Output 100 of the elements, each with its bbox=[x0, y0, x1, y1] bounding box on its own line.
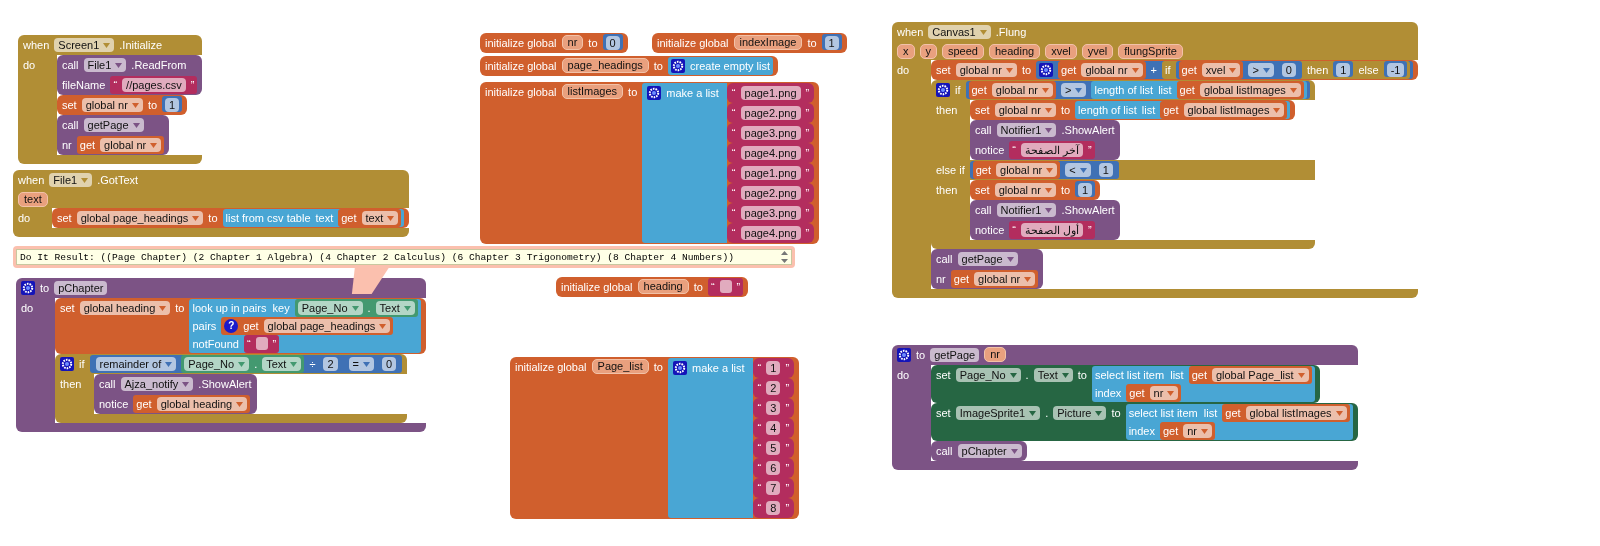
variable-block[interactable]: get global nr bbox=[76, 136, 165, 154]
variable-block[interactable]: set global heading to look up in pairs key Page_No . Text pairs ? get global page_headings notFound “ ” bbox=[55, 298, 426, 354]
variable-block[interactable]: get global nr bbox=[972, 161, 1061, 179]
name-field[interactable]: listImages bbox=[561, 84, 624, 99]
name-field[interactable]: nr bbox=[561, 35, 584, 50]
name-field[interactable]: y bbox=[919, 44, 937, 59]
text-block[interactable]: “ page4.png ” bbox=[726, 223, 815, 243]
gear-icon[interactable] bbox=[671, 59, 685, 73]
variable-block[interactable]: get text bbox=[338, 209, 402, 227]
string-field[interactable]: أول الصفحة bbox=[1021, 223, 1084, 237]
dropdown-field[interactable]: global nr bbox=[100, 138, 162, 152]
dropdown-field[interactable]: File1 bbox=[49, 173, 93, 187]
text-block[interactable]: “ //pages.csv ” bbox=[110, 76, 198, 94]
control-block[interactable] bbox=[931, 80, 1315, 249]
dropdown-field[interactable]: nr bbox=[1183, 424, 1212, 438]
string-field[interactable]: page3.png bbox=[740, 126, 801, 140]
gear-icon[interactable] bbox=[647, 86, 662, 100]
dropdown-field[interactable]: xvel bbox=[1201, 63, 1241, 77]
math-block[interactable]: get global nr > length of list list get global listImages bbox=[965, 81, 1310, 99]
dropdown-field[interactable]: global page_headings bbox=[263, 319, 391, 333]
name-field[interactable]: x bbox=[897, 44, 915, 59]
variable-block[interactable]: initialize global indexImage to 1 bbox=[652, 33, 847, 53]
dropdown-field[interactable]: Page_No bbox=[955, 368, 1021, 382]
variable-block[interactable]: initialize global Page_list to make a list “ 1 ” “ 2 ” “ 3 ” “ 4 ” “ 5 ” “ 6 ” “ 7 ” “ 8 ” bbox=[510, 357, 800, 519]
variable-block[interactable]: get global nr bbox=[968, 81, 1056, 99]
variable-block[interactable]: get global Page_list bbox=[1188, 366, 1312, 384]
label-field[interactable]: pChapter bbox=[54, 281, 108, 295]
text-block[interactable]: “ 6 ” bbox=[752, 458, 795, 478]
name-field[interactable]: indexImage bbox=[733, 35, 803, 50]
empty-text-field[interactable] bbox=[719, 280, 732, 293]
variable-block[interactable]: get global listImages bbox=[1222, 404, 1350, 422]
string-field[interactable]: 8 bbox=[766, 501, 781, 515]
string-field[interactable]: page1.png bbox=[740, 86, 801, 100]
dropdown-field[interactable]: Page_No bbox=[297, 301, 363, 315]
text-block[interactable]: “ أول الصفحة ” bbox=[1009, 221, 1095, 239]
scroll-arrows-icon[interactable] bbox=[781, 250, 788, 264]
string-field[interactable]: page2.png bbox=[740, 106, 801, 120]
dropdown-field[interactable]: Text bbox=[375, 301, 415, 315]
dropdown-field[interactable]: pChapter bbox=[957, 444, 1022, 458]
dropdown-field[interactable]: global page_headings bbox=[76, 211, 204, 225]
gear-icon[interactable] bbox=[897, 348, 911, 362]
variable-block[interactable]: set global nr to 1 bbox=[970, 180, 1101, 200]
name-field[interactable]: page_headings bbox=[561, 58, 649, 73]
dropdown-field[interactable]: global listImages bbox=[1245, 406, 1347, 420]
dropdown-field[interactable]: Text bbox=[1033, 368, 1073, 382]
dropdown-field[interactable]: global nr bbox=[81, 98, 143, 112]
variable-block[interactable]: get global nr bbox=[950, 270, 1039, 288]
variable-block[interactable]: ? get global page_headings bbox=[221, 317, 394, 335]
dropdown-field[interactable]: Notifier1 bbox=[996, 203, 1057, 217]
name-field[interactable]: flungSprite bbox=[1118, 44, 1183, 59]
empty-text-field[interactable] bbox=[255, 337, 268, 350]
list-block[interactable]: length of list list get global listImages bbox=[1075, 101, 1291, 119]
text-block[interactable]: “ 2 ” bbox=[752, 378, 795, 398]
string-field[interactable]: page2.png bbox=[740, 186, 801, 200]
gear-icon[interactable] bbox=[673, 361, 687, 375]
dropdown-field[interactable]: Text bbox=[262, 357, 302, 371]
dropdown-field[interactable]: global nr bbox=[991, 83, 1053, 97]
dropdown-field[interactable]: global nr bbox=[996, 163, 1058, 177]
text-block[interactable]: “ آخر الصفحة ” bbox=[1009, 141, 1095, 159]
variable-block[interactable]: initialize global nr to 0 bbox=[480, 33, 628, 53]
string-field[interactable]: آخر الصفحة bbox=[1021, 143, 1084, 157]
dropdown-field[interactable]: global listImages bbox=[1183, 103, 1285, 117]
name-field[interactable]: nr bbox=[984, 347, 1006, 362]
dropdown-field[interactable]: ImageSprite1 bbox=[955, 406, 1041, 420]
text-block[interactable]: “ 1 ” bbox=[752, 358, 795, 378]
text-block[interactable]: “ ” bbox=[243, 335, 280, 353]
variable-block[interactable]: get global heading bbox=[133, 395, 251, 413]
variable-block[interactable]: set global page_headings to list from csv table text get text bbox=[52, 208, 410, 228]
dropdown-field[interactable]: global nr bbox=[994, 183, 1056, 197]
text-block[interactable]: “ 3 ” bbox=[752, 398, 795, 418]
dropdown-field[interactable]: Page_No bbox=[184, 357, 250, 371]
text-block[interactable]: “ page3.png ” bbox=[726, 123, 815, 143]
math-block[interactable]: get xvel > 0 bbox=[1175, 61, 1302, 79]
dropdown-field[interactable]: global listImages bbox=[1199, 83, 1301, 97]
procedure-block[interactable]: to getPage nr do set Page_No . Text to select list item list get global Page_list index get nr set ImageSprite1 . Picture to select list item list get global listImages index get nr call pChapter bbox=[892, 345, 1358, 470]
math-block[interactable]: get global nr < 1 bbox=[969, 161, 1119, 179]
dropdown-field[interactable]: text bbox=[361, 211, 399, 225]
variable-block[interactable]: initialize global page_headings to create empty list bbox=[480, 56, 779, 76]
dropdown-field[interactable]: global nr bbox=[955, 63, 1017, 77]
list-block[interactable]: length of list list get global listImages bbox=[1091, 81, 1307, 99]
dropdown-field[interactable]: remainder of bbox=[95, 357, 177, 371]
dropdown-field[interactable]: getPage bbox=[957, 252, 1018, 266]
string-field[interactable]: page3.png bbox=[740, 206, 801, 220]
list-block[interactable]: list from csv table text get text bbox=[222, 209, 405, 227]
name-field[interactable]: text bbox=[18, 192, 48, 207]
text-block[interactable]: “ 4 ” bbox=[752, 418, 795, 438]
dropdown-field[interactable]: getPage bbox=[83, 118, 144, 132]
list-block[interactable]: look up in pairs key Page_No . Text pairs ? get global page_headings notFound “ ” bbox=[189, 299, 421, 353]
dropdown-field[interactable]: Notifier1 bbox=[996, 123, 1057, 137]
name-field[interactable]: speed bbox=[942, 44, 984, 59]
math-block[interactable]: get global nr + if get xvel > 0 then 1 else -1 bbox=[1036, 61, 1414, 79]
control-block[interactable]: if get xvel > 0 then 1 else -1 bbox=[1162, 61, 1411, 79]
string-field[interactable]: page1.png bbox=[740, 166, 801, 180]
text-block[interactable]: “ page2.png ” bbox=[726, 183, 815, 203]
variable-block[interactable]: set global nr to length of list list get global listImages bbox=[970, 100, 1296, 120]
name-field[interactable]: yvel bbox=[1081, 44, 1114, 59]
text-block[interactable]: “ ” bbox=[707, 278, 744, 296]
string-field[interactable]: 4 bbox=[766, 421, 781, 435]
dropdown-field[interactable]: nr bbox=[1149, 386, 1179, 400]
text-block[interactable]: “ page1.png ” bbox=[726, 83, 815, 103]
